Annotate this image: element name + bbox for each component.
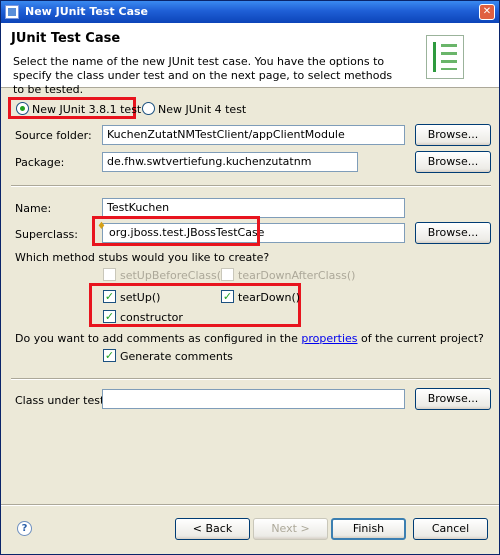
next-button[interactable]: Next > (253, 518, 328, 540)
comments-question: Do you want to add comments as configure… (15, 332, 484, 345)
teardown-after-class-checkbox[interactable] (221, 268, 234, 281)
comments-question-after: of the current project? (357, 332, 484, 345)
constructor-checkbox[interactable] (103, 310, 116, 323)
source-folder-label: Source folder: (15, 129, 92, 142)
page-description: Select the name of the new JUnit test ca… (13, 55, 393, 96)
package-label: Package: (15, 156, 65, 169)
class-under-test-input[interactable] (102, 389, 405, 409)
separator-top (11, 185, 491, 187)
close-button[interactable]: ✕ (479, 4, 495, 20)
superclass-browse-button[interactable]: Browse... (415, 222, 491, 244)
superclass-highlight-box (92, 216, 260, 246)
name-input[interactable]: TestKuchen (102, 198, 405, 218)
setup-label[interactable]: setUp() (120, 291, 160, 304)
junit-wizard-icon (426, 35, 464, 79)
wizard-banner: JUnit Test Case Select the name of the n… (1, 23, 499, 96)
teardown-label[interactable]: tearDown() (238, 291, 300, 304)
junit3-radio-label[interactable]: New JUnit 3.8.1 test (32, 103, 141, 116)
superclass-label: Superclass: (15, 228, 78, 241)
class-under-test-browse-button[interactable]: Browse... (415, 388, 491, 410)
help-icon[interactable]: ? (17, 521, 32, 536)
package-browse-button[interactable]: Browse... (415, 151, 491, 173)
teardown-checkbox[interactable] (221, 290, 234, 303)
back-button[interactable]: < Back (175, 518, 250, 540)
generate-comments-label[interactable]: Generate comments (120, 350, 233, 363)
eclipse-window-icon (5, 5, 19, 19)
junit4-radio-label[interactable]: New JUnit 4 test (158, 103, 246, 116)
class-under-test-label: Class under test: (15, 394, 108, 407)
properties-link[interactable]: properties (301, 332, 357, 345)
constructor-label[interactable]: constructor (120, 311, 183, 324)
junit4-radio[interactable] (142, 102, 155, 115)
finish-button[interactable]: Finish (331, 518, 406, 540)
junit-wizard-dialog: New JUnit Test Case ✕ JUnit Test Case Se… (0, 0, 500, 555)
separator-middle (11, 378, 491, 380)
source-folder-browse-button[interactable]: Browse... (415, 124, 491, 146)
comments-question-before: Do you want to add comments as configure… (15, 332, 302, 345)
separator-bottom (1, 504, 499, 506)
teardown-after-class-label: tearDownAfterClass() (238, 269, 356, 282)
cancel-button[interactable]: Cancel (413, 518, 488, 540)
junit3-radio[interactable] (16, 102, 29, 115)
generate-comments-checkbox[interactable] (103, 349, 116, 362)
source-folder-input[interactable]: KuchenZutatNMTestClient/appClientModule (102, 125, 405, 145)
name-label: Name: (15, 202, 52, 215)
setup-before-class-label: setUpBeforeClass() (120, 269, 226, 282)
window-title: New JUnit Test Case (25, 5, 149, 18)
page-title: JUnit Test Case (11, 31, 121, 46)
setup-before-class-checkbox[interactable] (103, 268, 116, 281)
method-stubs-question: Which method stubs would you like to cre… (15, 251, 270, 264)
package-input[interactable]: de.fhw.swtvertiefung.kuchenzutatnm (102, 152, 358, 172)
setup-checkbox[interactable] (103, 290, 116, 303)
title-bar[interactable]: New JUnit Test Case ✕ (1, 1, 499, 23)
